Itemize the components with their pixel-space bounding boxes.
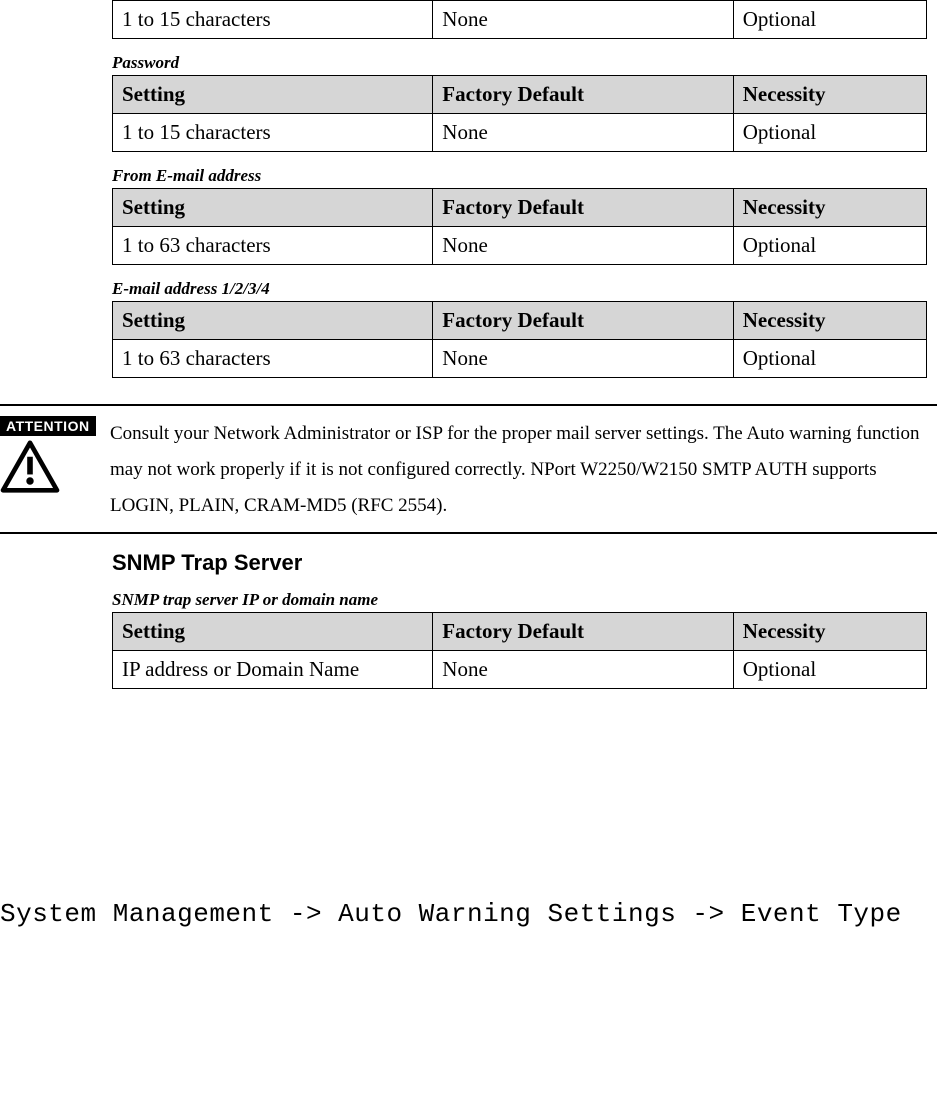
cell-necessity: Optional	[733, 340, 926, 378]
table-title-password: Password	[112, 53, 927, 73]
table-row: 1 to 15 characters None Optional	[113, 114, 927, 152]
table-password: Setting Factory Default Necessity 1 to 1…	[112, 75, 927, 152]
header-necessity: Necessity	[733, 302, 926, 340]
table-title-from-email: From E-mail address	[112, 166, 927, 186]
cell-default: None	[433, 114, 733, 152]
table-from-email: Setting Factory Default Necessity 1 to 6…	[112, 188, 927, 265]
header-necessity: Necessity	[733, 613, 926, 651]
header-setting: Setting	[113, 302, 433, 340]
table-title-email-1234: E-mail address 1/2/3/4	[112, 279, 927, 299]
warning-icon	[0, 440, 60, 494]
table-header-row: Setting Factory Default Necessity	[113, 189, 927, 227]
cell-necessity: Optional	[733, 227, 926, 265]
header-default: Factory Default	[433, 76, 733, 114]
cell-setting: 1 to 63 characters	[113, 340, 433, 378]
table-row: 1 to 63 characters None Optional	[113, 227, 927, 265]
attention-badge: ATTENTION	[0, 416, 96, 436]
cell-setting: 1 to 15 characters	[113, 1, 433, 39]
section-heading-snmp-trap: SNMP Trap Server	[112, 550, 927, 576]
table-header-row: Setting Factory Default Necessity	[113, 76, 927, 114]
header-necessity: Necessity	[733, 189, 926, 227]
table-row: IP address or Domain Name None Optional	[113, 651, 927, 689]
attention-callout: ATTENTION Consult your Network Administr…	[0, 404, 937, 534]
cell-default: None	[433, 651, 733, 689]
table-snmp-trap: Setting Factory Default Necessity IP add…	[112, 612, 927, 689]
cell-necessity: Optional	[733, 114, 926, 152]
cell-setting: IP address or Domain Name	[113, 651, 433, 689]
header-default: Factory Default	[433, 189, 733, 227]
cell-necessity: Optional	[733, 1, 926, 39]
table-row: 1 to 63 characters None Optional	[113, 340, 927, 378]
table-header-row: Setting Factory Default Necessity	[113, 302, 927, 340]
header-setting: Setting	[113, 76, 433, 114]
breadcrumb: System Management -> Auto Warning Settin…	[0, 899, 937, 939]
table-email-1234: Setting Factory Default Necessity 1 to 6…	[112, 301, 927, 378]
cell-necessity: Optional	[733, 651, 926, 689]
cell-default: None	[433, 340, 733, 378]
header-default: Factory Default	[433, 302, 733, 340]
header-necessity: Necessity	[733, 76, 926, 114]
header-default: Factory Default	[433, 613, 733, 651]
table-title-snmp-trap: SNMP trap server IP or domain name	[112, 590, 927, 610]
table-continuation: 1 to 15 characters None Optional	[112, 0, 927, 39]
header-setting: Setting	[113, 613, 433, 651]
table-row: 1 to 15 characters None Optional	[113, 1, 927, 39]
cell-default: None	[433, 227, 733, 265]
cell-default: None	[433, 1, 733, 39]
cell-setting: 1 to 15 characters	[113, 114, 433, 152]
header-setting: Setting	[113, 189, 433, 227]
attention-text: Consult your Network Administrator or IS…	[110, 416, 937, 524]
table-header-row: Setting Factory Default Necessity	[113, 613, 927, 651]
cell-setting: 1 to 63 characters	[113, 227, 433, 265]
